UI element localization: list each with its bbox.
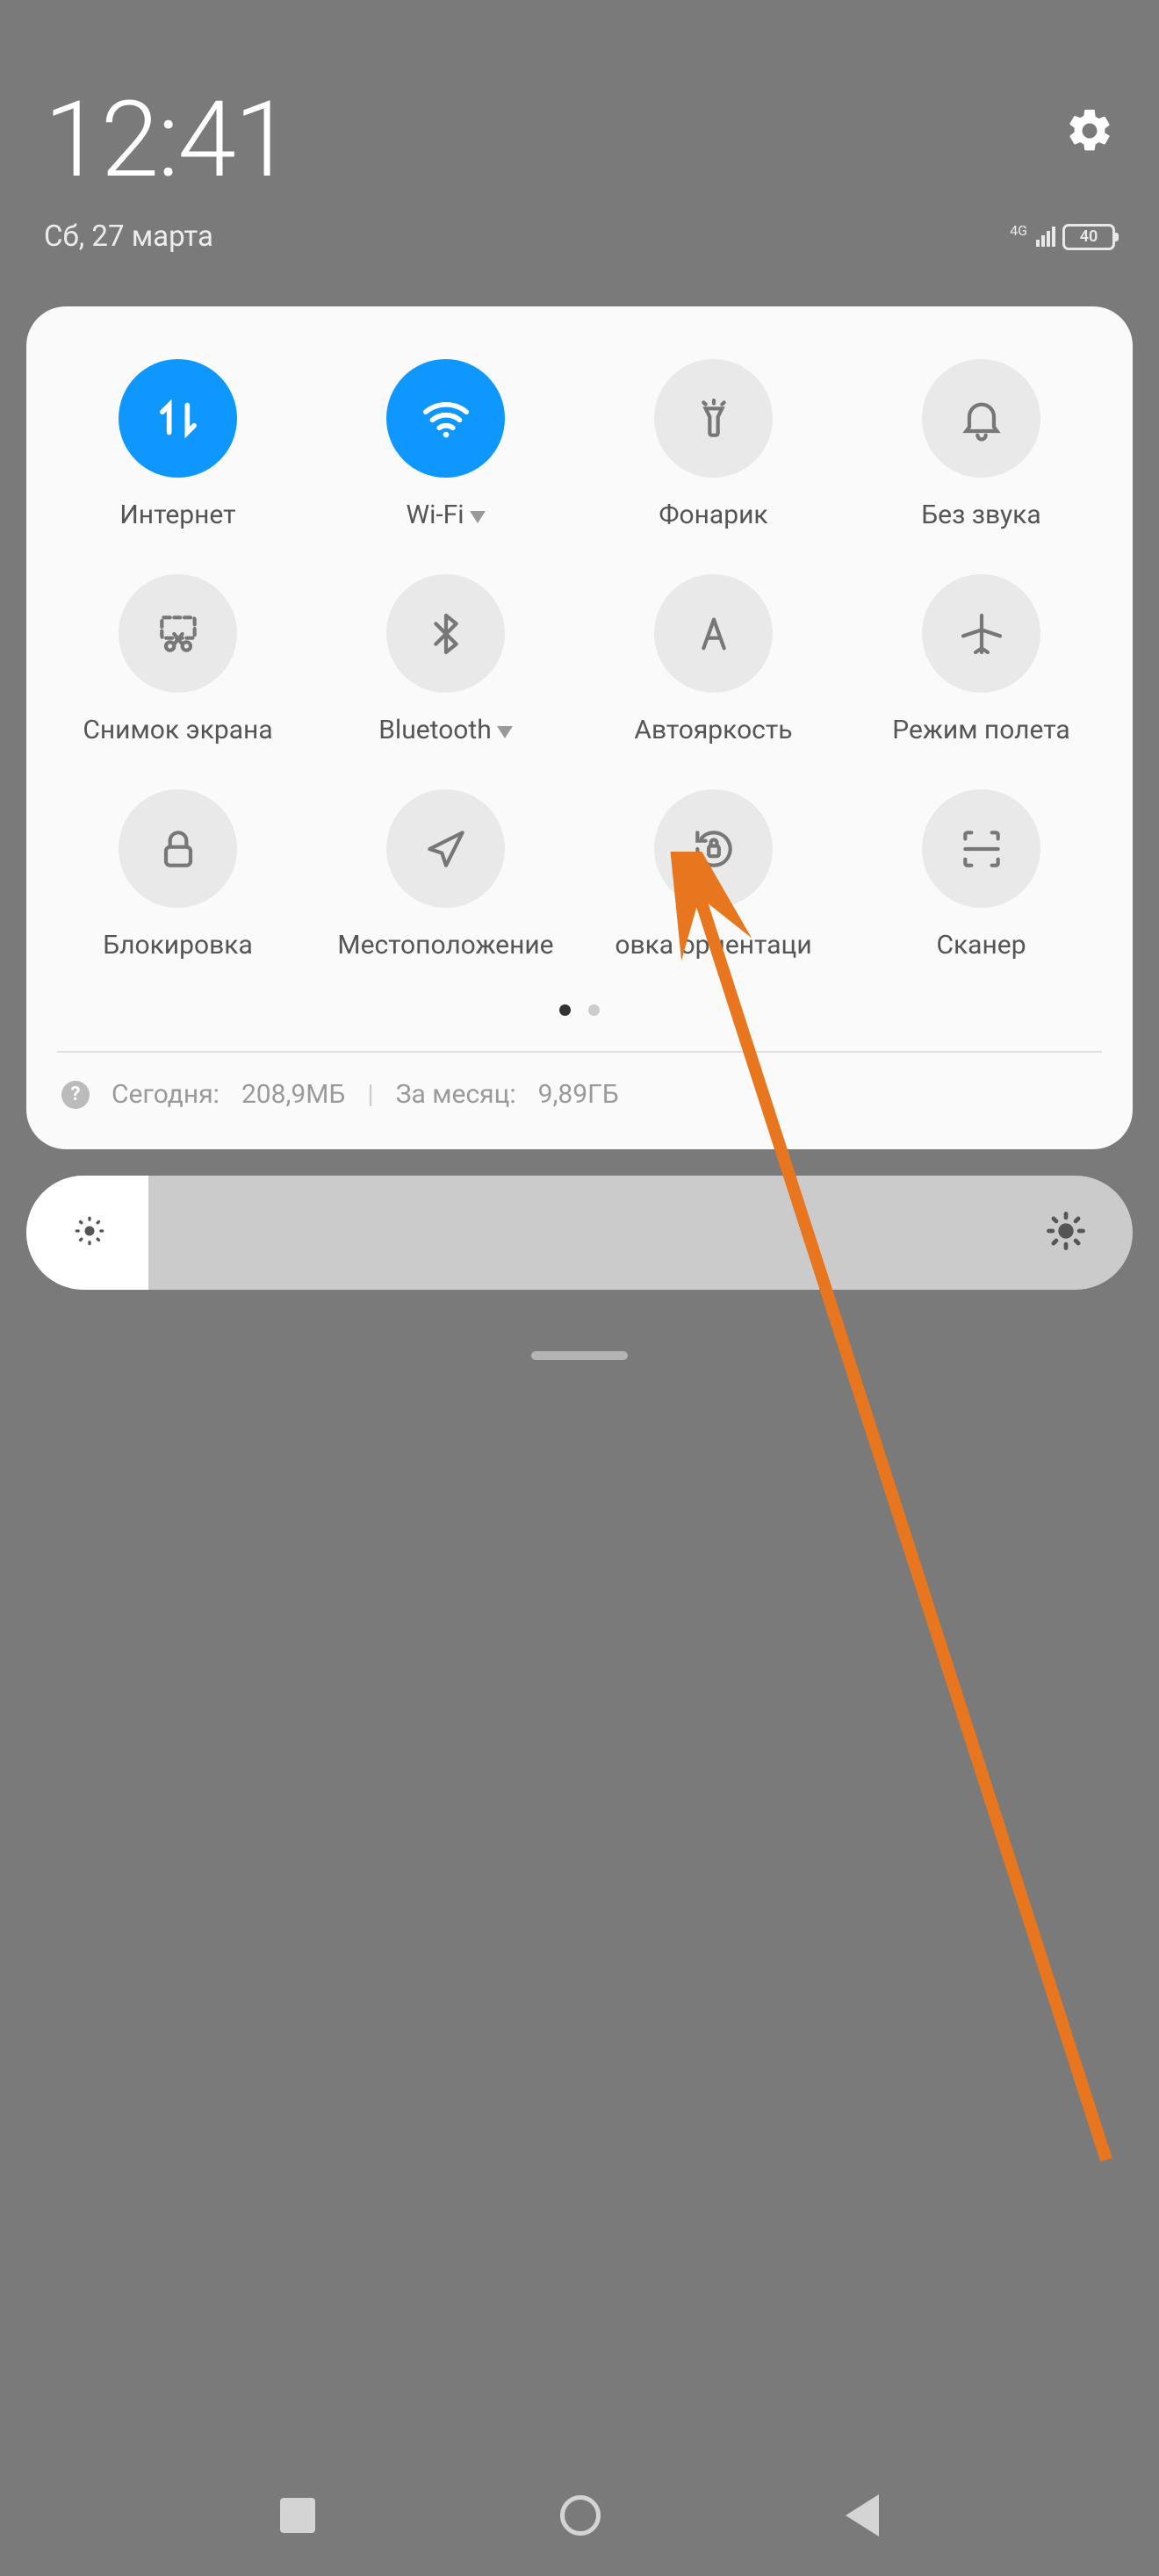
page-indicator[interactable] [48, 1004, 1111, 1016]
tile-autobright[interactable]: Автояркость [584, 574, 843, 745]
tile-flashlight[interactable]: Фонарик [584, 359, 843, 530]
status-icons: 4G 40 [1010, 224, 1115, 250]
page-dot-2 [588, 1004, 600, 1016]
tile-wifi[interactable]: Wi-Fi [316, 359, 575, 530]
scissors-icon [119, 574, 237, 693]
tile-bluetooth[interactable]: Bluetooth [316, 574, 575, 745]
tile-label: Wi-Fi [406, 500, 464, 530]
help-icon: ? [61, 1081, 90, 1109]
expand-icon [497, 726, 513, 738]
location-icon [386, 789, 505, 908]
brightness-high-icon [1043, 1208, 1089, 1257]
page-dot-1 [559, 1004, 571, 1016]
back-button[interactable] [846, 2494, 879, 2536]
date-text: Сб, 27 марта [44, 219, 213, 254]
tile-label: овка ориентаци [615, 930, 811, 961]
tile-label: Без звука [921, 500, 1040, 530]
tiles-grid: Интернет Wi-Fi Фонарик [48, 359, 1111, 961]
month-label: За месяц: [396, 1079, 516, 1110]
recents-button[interactable] [280, 2498, 315, 2533]
lock-icon [119, 789, 237, 908]
tile-lock[interactable]: Блокировка [48, 789, 307, 961]
rotation-lock-icon [654, 789, 773, 908]
tile-label: Сканер [936, 930, 1026, 961]
tile-screenshot[interactable]: Снимок экрана [48, 574, 307, 745]
tile-label: Снимок экрана [83, 715, 272, 745]
autobright-icon [654, 574, 773, 693]
today-value: 208,9МБ [241, 1079, 345, 1110]
tile-rotation[interactable]: овка ориентаци [584, 789, 843, 961]
navigation-bar [0, 2494, 1159, 2536]
quick-settings-panel: Интернет Wi-Fi Фонарик [26, 306, 1133, 1149]
tile-label: Блокировка [103, 930, 253, 961]
home-button[interactable] [560, 2495, 601, 2536]
network-type-icon: 4G [1010, 224, 1027, 238]
internet-icon [119, 359, 237, 478]
tile-label: Фонарик [659, 500, 767, 530]
drag-handle[interactable] [531, 1351, 628, 1360]
tile-label: Местоположение [337, 930, 553, 961]
wifi-icon [386, 359, 505, 478]
bluetooth-icon [386, 574, 505, 693]
tile-label: Режим полета [892, 715, 1069, 745]
tile-label: Bluetooth [378, 715, 492, 745]
separator: | [367, 1079, 373, 1110]
battery-icon: 40 [1062, 224, 1115, 250]
tile-airplane[interactable]: Режим полета [852, 574, 1111, 745]
expand-icon [470, 511, 486, 523]
tile-label: Автояркость [634, 715, 792, 745]
tile-label: Интернет [119, 500, 235, 530]
flashlight-icon [654, 359, 773, 478]
tile-scanner[interactable]: Сканер [852, 789, 1111, 961]
tile-internet[interactable]: Интернет [48, 359, 307, 530]
airplane-icon [922, 574, 1040, 693]
month-value: 9,89ГБ [538, 1079, 619, 1110]
data-usage-row[interactable]: ? Сегодня: 208,9МБ | За месяц: 9,89ГБ [48, 1053, 1111, 1123]
brightness-slider[interactable] [26, 1176, 1133, 1290]
gear-icon [1064, 105, 1115, 156]
settings-button[interactable] [1064, 105, 1115, 160]
signal-icon [1036, 227, 1055, 247]
status-header: 12:41 Сб, 27 марта 4G 40 [0, 0, 1159, 289]
brightness-low-icon [70, 1212, 109, 1254]
clock-time: 12:41 [44, 88, 291, 193]
scanner-icon [922, 789, 1040, 908]
today-label: Сегодня: [112, 1079, 220, 1110]
bell-icon [922, 359, 1040, 478]
tile-mute[interactable]: Без звука [852, 359, 1111, 530]
tile-location[interactable]: Местоположение [316, 789, 575, 961]
